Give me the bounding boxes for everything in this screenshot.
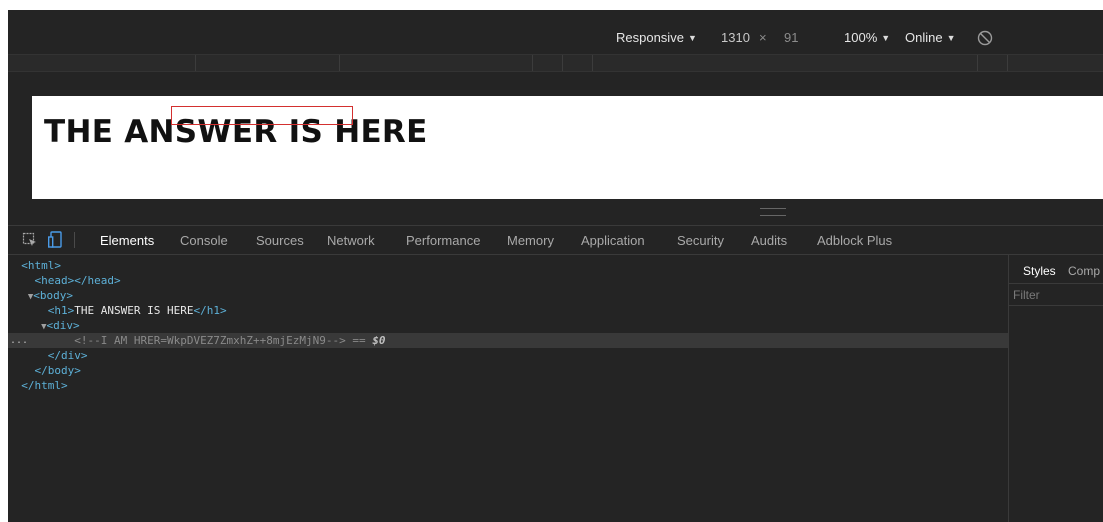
tab-memory[interactable]: Memory <box>507 233 554 248</box>
highlight-annotation-box <box>171 106 353 125</box>
throttle-label: Online <box>905 30 943 45</box>
h1-text-node: THE ANSWER IS HERE <box>74 304 194 317</box>
zoom-label: 100% <box>844 30 878 45</box>
body-open-tag: <body> <box>33 289 74 302</box>
div-open-tag: <div> <box>46 319 80 332</box>
viewport-width-input[interactable]: 1310 <box>721 30 750 45</box>
device-preset-label: Responsive <box>616 30 684 45</box>
device-mode-icon[interactable] <box>48 231 62 248</box>
caret-down-icon: ▼ <box>881 33 891 43</box>
tab-console[interactable]: Console <box>180 233 228 248</box>
devtools-tabbar: Elements Console Sources Network Perform… <box>8 225 1103 255</box>
tab-elements[interactable]: Elements <box>100 233 154 248</box>
dom-node-body-close[interactable]: </body> <box>8 363 1008 378</box>
device-preset-select[interactable]: Responsive ▼ <box>616 30 697 45</box>
node-menu-ellipsis[interactable]: ... <box>10 333 28 348</box>
styles-sidebar: Styles Comp <box>1008 255 1103 522</box>
dom-node-body[interactable]: ▼<body> <box>8 288 1008 303</box>
dom-node-h1[interactable]: <h1>THE ANSWER IS HERE</h1> <box>8 303 1008 318</box>
html-close-tag: </html> <box>21 379 68 392</box>
dom-node-comment-selected[interactable]: ... <!--I AM HRER=WkpDVEZ7ZmxhZ++8mjEzMj… <box>8 333 1008 348</box>
devtools-window: Responsive ▼ 1310 × 91 100% ▼ Online ▼ THE … <box>8 10 1103 522</box>
tab-styles[interactable]: Styles <box>1023 264 1056 278</box>
throttle-select[interactable]: Online ▼ <box>905 30 956 45</box>
h1-close-tag: </h1> <box>193 304 227 317</box>
tab-performance[interactable]: Performance <box>406 233 480 248</box>
dom-node-div-close[interactable]: </div> <box>8 348 1008 363</box>
dom-node-html[interactable]: <html> <box>8 258 1008 273</box>
device-toolbar: Responsive ▼ 1310 × 91 100% ▼ Online ▼ <box>8 25 1103 51</box>
html-open-tag: <html> <box>21 259 61 272</box>
dom-node-html-close[interactable]: </html> <box>8 378 1008 393</box>
body-close-tag: </body> <box>34 364 81 377</box>
caret-down-icon: ▼ <box>687 33 697 43</box>
tab-adblock-plus[interactable]: Adblock Plus <box>817 233 892 248</box>
tab-audits[interactable]: Audits <box>751 233 787 248</box>
zoom-select[interactable]: 100% ▼ <box>844 30 890 45</box>
elements-dom-tree: <html> <head></head> ▼<body> <h1>THE ANS… <box>8 255 1008 522</box>
head-tag: <head></head> <box>34 274 121 287</box>
dom-node-div[interactable]: ▼<div> <box>8 318 1008 333</box>
dimension-separator: × <box>759 30 767 45</box>
div-close-tag: </div> <box>47 349 88 362</box>
caret-down-icon: ▼ <box>946 33 956 43</box>
h1-open-tag: <h1> <box>47 304 75 317</box>
media-query-ruler[interactable] <box>8 54 1103 72</box>
tab-computed[interactable]: Comp <box>1068 264 1100 278</box>
equals-marker: == <box>345 334 373 347</box>
dom-node-head[interactable]: <head></head> <box>8 273 1008 288</box>
selected-node-ref: $0 <box>372 334 386 347</box>
tab-security[interactable]: Security <box>677 233 724 248</box>
tab-network[interactable]: Network <box>327 233 375 248</box>
inspect-element-icon[interactable] <box>22 232 38 248</box>
viewport-height-input[interactable]: 91 <box>784 30 798 45</box>
viewport-resize-handle[interactable] <box>760 208 786 216</box>
rotate-icon[interactable] <box>976 29 994 47</box>
styles-filter-input[interactable] <box>1009 284 1103 306</box>
tab-application[interactable]: Application <box>581 233 645 248</box>
html-comment: <!--I AM HRER=WkpDVEZ7ZmxhZ++8mjEzMjN9--… <box>74 334 346 347</box>
sidebar-tabbar: Styles Comp <box>1009 255 1103 284</box>
tab-sources[interactable]: Sources <box>256 233 304 248</box>
